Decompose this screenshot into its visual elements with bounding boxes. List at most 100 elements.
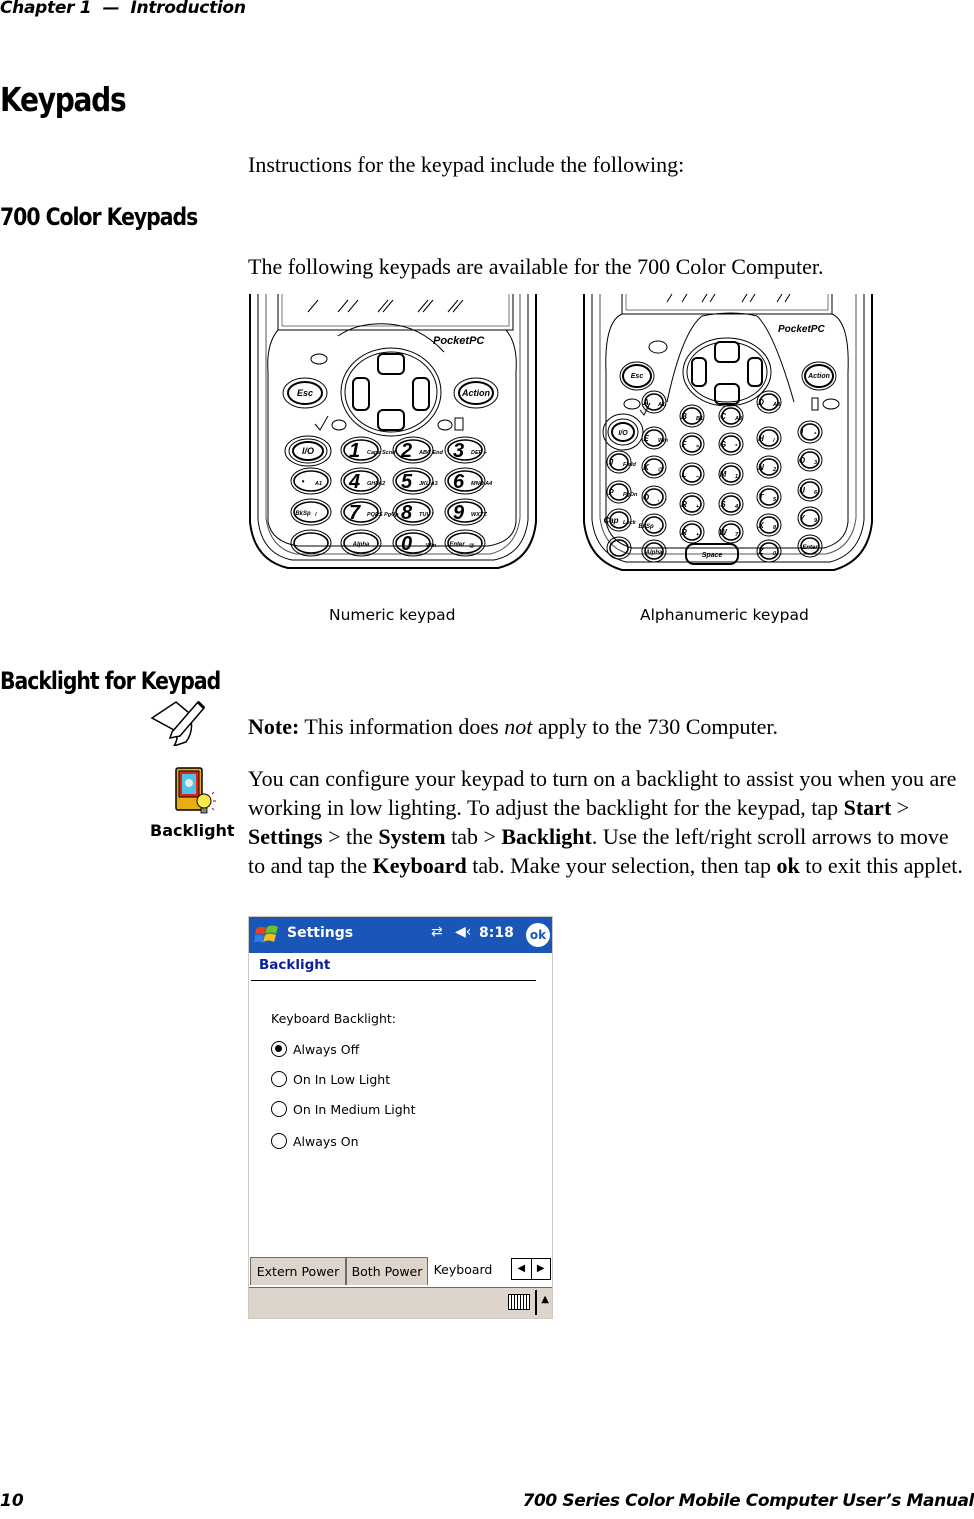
key-sublabel: Lock: [623, 520, 637, 526]
keypad-key: [606, 536, 632, 560]
radio-always-off[interactable]: Always Off: [271, 1041, 359, 1057]
key-label: X: [757, 521, 764, 530]
tab-both-power[interactable]: Both Power: [346, 1257, 428, 1285]
key-sublabel: 0: [773, 551, 776, 557]
keypad-key: 7 PQRS PgUp: [340, 498, 399, 526]
scroll-right-icon[interactable]: ▶: [530, 1259, 551, 1279]
keypad-key: Alpha: [340, 529, 382, 557]
alphanumeric-keypad-caption: Alphanumeric keypad: [640, 606, 809, 624]
key-label: 0: [401, 533, 412, 555]
key-label: U: [799, 486, 805, 495]
key-sublabel: PgDn: [623, 492, 638, 498]
keypad-key: D A4: [756, 390, 782, 414]
key-label: Action: [807, 373, 830, 380]
key-label: Esc: [297, 388, 313, 398]
key-label: E: [643, 434, 649, 443]
backlight-icon-label: Backlight: [150, 821, 235, 840]
ui-term: Backlight: [501, 824, 592, 849]
radio-button[interactable]: [271, 1101, 287, 1117]
clock[interactable]: 8:18: [479, 925, 514, 941]
color-keypads-intro: The following keypads are available for …: [248, 254, 824, 279]
keypad-key: 6 MNO A4: [444, 467, 492, 495]
tab-keyboard[interactable]: Keyboard: [428, 1256, 498, 1286]
keypad-key: W7: [718, 520, 744, 544]
key-label: BkSp: [638, 524, 654, 530]
key-label: A: [642, 398, 649, 407]
radio-button[interactable]: [271, 1041, 287, 1057]
backlight-heading: Backlight for Keypad: [0, 667, 221, 695]
settings-screenshot: Settings ⇄ ◀‹ 8:18 ok Backlight Keyboard…: [248, 916, 553, 1319]
key-label: L: [682, 470, 687, 479]
radio-always-on[interactable]: Always On: [271, 1133, 359, 1149]
key-label: Alpha: [645, 550, 663, 556]
key-sublabel: Field: [623, 462, 636, 468]
sip-menu-arrow-icon[interactable]: ▲: [541, 1294, 549, 1305]
key-sublabel: DEF +: [471, 450, 488, 456]
radio-on-in-low-light[interactable]: On In Low Light: [271, 1071, 390, 1087]
key-sublabel: TUV *: [419, 512, 435, 518]
chapter-label: Chapter 1: [0, 0, 92, 18]
alphanumeric-brand-label: PocketPC: [778, 324, 825, 335]
key-sublabel: A1: [657, 402, 665, 408]
running-header: Chapter 1 — Introduction: [0, 0, 246, 18]
key-sublabel: 1: [735, 474, 738, 480]
key-sublabel: Win: [658, 438, 669, 444]
key-sublabel: –: [696, 474, 699, 480]
keyboard-icon[interactable]: [508, 1294, 530, 1310]
key-sublabel: /: [314, 512, 318, 518]
keypad-key: E Win: [641, 426, 669, 450]
key-label: 8: [401, 502, 413, 524]
keypad-key: P PgDn: [606, 480, 638, 504]
numeric-brand-label: PocketPC: [433, 335, 485, 347]
keypad-key: • A1: [290, 467, 332, 495]
key-sublabel: WXYZ: [471, 512, 488, 518]
key-sublabel: MNO A4: [471, 481, 492, 487]
keypad-key: Alpha: [641, 539, 667, 563]
radio-button[interactable]: [271, 1133, 287, 1149]
connectivity-icon[interactable]: ⇄: [431, 924, 443, 940]
ui-term: Keyboard: [372, 853, 467, 878]
title-bar: Settings ⇄ ◀‹ 8:18 ok: [249, 917, 552, 953]
key-label: O: [799, 456, 806, 465]
keypad-key: [290, 529, 332, 557]
key-sublabel: A1: [314, 481, 322, 487]
key-label: I/O: [302, 446, 314, 456]
tab-extern-power[interactable]: Extern Power: [250, 1257, 346, 1285]
scroll-left-icon[interactable]: ◀: [512, 1259, 531, 1279]
app-title: Settings: [287, 925, 354, 941]
ok-button[interactable]: ok: [526, 923, 550, 947]
start-flag-icon[interactable]: [253, 921, 281, 949]
key-label: I/O: [618, 430, 628, 437]
alphanumeric-keypad-drawing: PocketPC Esc Action I/O A A1 B B1 C A3 D A4 E Win F = G…: [583, 293, 873, 571]
key-sublabel: B1: [696, 416, 703, 422]
key-sublabel: A3: [734, 416, 742, 422]
key-sublabel: ABC End: [418, 450, 443, 456]
ui-term: Settings: [248, 824, 323, 849]
color-keypads-heading: 700 Color Keypads: [0, 203, 198, 231]
section-label: Introduction: [130, 0, 246, 18]
note-emphasis: not: [504, 714, 533, 739]
key-sublabel: A4: [772, 402, 780, 408]
volume-icon[interactable]: ◀‹: [455, 924, 471, 940]
key-label: K: [643, 463, 650, 472]
key-sublabel: 3: [814, 460, 817, 466]
key-sublabel: @: [469, 543, 475, 549]
page-title: Backlight: [259, 957, 331, 973]
text-run: to exit this applet.: [799, 853, 963, 878]
key-label: Y: [799, 514, 805, 523]
keypad-key: C A3: [718, 404, 744, 428]
keypad-key: B B1: [679, 404, 705, 428]
key-label: BkSp: [295, 511, 311, 517]
key-sublabel: @: [658, 467, 664, 473]
text-run: tab >: [445, 824, 502, 849]
keypad-key: Enter @: [444, 529, 486, 557]
text-run: > the: [322, 824, 379, 849]
keypad-key: H /: [756, 426, 782, 450]
tab-scroll-arrows: ◀ ▶: [511, 1258, 551, 1280]
keypad-key: T5: [756, 485, 782, 509]
radio-button[interactable]: [271, 1071, 287, 1087]
key-label: Space: [702, 552, 723, 559]
radio-on-in-medium-light[interactable]: On In Medium Light: [271, 1101, 415, 1117]
command-bar: ▲: [249, 1287, 552, 1318]
key-label: R: [681, 500, 687, 509]
